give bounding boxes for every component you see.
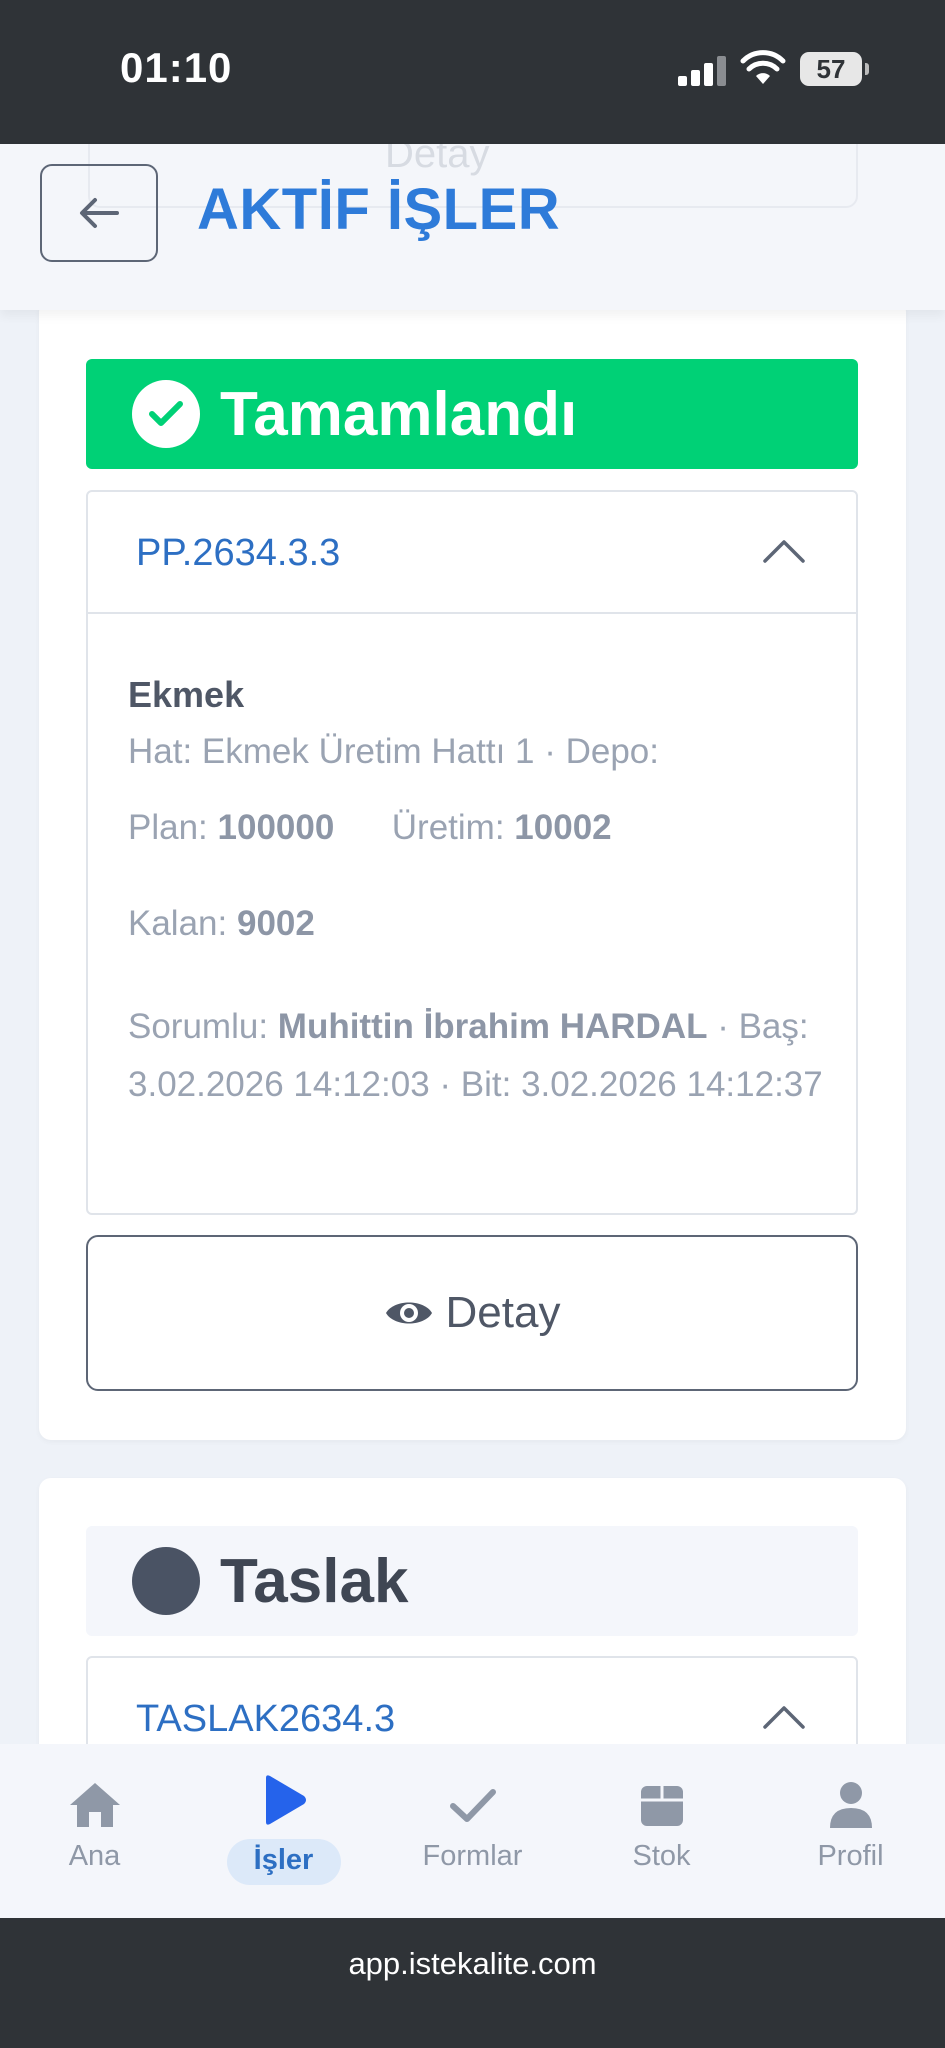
remaining-value: 9002 <box>236 904 315 943</box>
chevron-up-icon <box>763 1706 805 1729</box>
browser-url-bar: app.istekalite.com <box>0 1918 945 2048</box>
signal-icon <box>678 56 728 86</box>
remaining-label: Kalan: <box>128 904 228 943</box>
check-icon <box>449 1789 496 1822</box>
nav-item-home[interactable]: Ana <box>0 1744 189 1918</box>
status-badge-draft: Taslak <box>86 1526 858 1636</box>
line-info: Hat: Ekmek Üretim Hattı 1 · Depo: <box>128 732 659 771</box>
play-icon <box>265 1775 306 1825</box>
nav-label: Stok <box>632 1840 691 1872</box>
job-accordion: PP.2634.3.3 Ekmek Hat: Ekmek Üretim Hatt… <box>86 490 858 1215</box>
nav-item-profile[interactable]: Profil <box>756 1744 945 1918</box>
status-bar: 01:10 57 <box>0 0 945 144</box>
plan-row: Plan: 100000 Üretim: 10002 <box>128 808 612 848</box>
detail-button[interactable]: Detay <box>86 1235 858 1391</box>
url-text[interactable]: app.istekalite.com <box>0 1946 945 1982</box>
page-header: Detay AKTİF İŞLER <box>0 144 945 310</box>
responsible-label: Sorumlu: <box>128 1007 269 1046</box>
nav-label: Formlar <box>422 1840 523 1872</box>
status-label: Taslak <box>220 1546 409 1616</box>
production-label: Üretim: <box>391 808 505 847</box>
nav-item-stock[interactable]: Stok <box>567 1744 756 1918</box>
remaining-row: Kalan: 9002 <box>128 904 315 944</box>
responsible-info: Sorumlu: Muhittin İbrahim HARDAL · Baş: … <box>128 998 828 1114</box>
product-name: Ekmek <box>128 674 245 715</box>
home-icon <box>69 1783 120 1827</box>
accordion-header[interactable]: PP.2634.3.3 <box>88 492 856 614</box>
production-value: 10002 <box>514 808 612 847</box>
nav-label: Profil <box>817 1840 884 1872</box>
plan-value: 100000 <box>217 808 335 847</box>
nav-label: İşler <box>253 1844 314 1876</box>
bottom-navigation: Ana İşler Formlar Stok Profil <box>0 1744 945 1918</box>
scrolled-detail-label: Detay <box>385 144 490 176</box>
eye-icon <box>385 1302 432 1324</box>
nav-item-forms[interactable]: Formlar <box>378 1744 567 1918</box>
chevron-up-icon <box>763 540 805 563</box>
battery-indicator: 57 <box>800 52 869 86</box>
detail-button-label: Detay <box>445 1288 561 1337</box>
job-code: TASLAK2634.3 <box>136 1698 396 1740</box>
page-title: AKTİF İŞLER <box>197 177 561 242</box>
box-icon <box>640 1786 683 1826</box>
status-badge-completed: Tamamlandı <box>86 359 858 469</box>
arrow-left-icon <box>80 198 119 228</box>
nav-label: Ana <box>68 1840 121 1872</box>
circle-icon <box>132 1547 200 1615</box>
status-time: 01:10 <box>120 44 233 91</box>
user-icon <box>829 1782 872 1828</box>
job-code: PP.2634.3.3 <box>136 532 341 574</box>
nav-item-jobs[interactable]: İşler <box>189 1744 378 1918</box>
check-circle-icon <box>132 380 200 448</box>
job-card: Tamamlandı PP.2634.3.3 Ekmek Hat: Ekmek … <box>39 300 906 1440</box>
responsible-name: Muhittin İbrahim HARDAL <box>277 1007 708 1046</box>
wifi-icon <box>740 50 786 84</box>
status-label: Tamamlandı <box>220 379 578 449</box>
back-button[interactable] <box>40 164 158 262</box>
plan-label: Plan: <box>128 808 208 847</box>
